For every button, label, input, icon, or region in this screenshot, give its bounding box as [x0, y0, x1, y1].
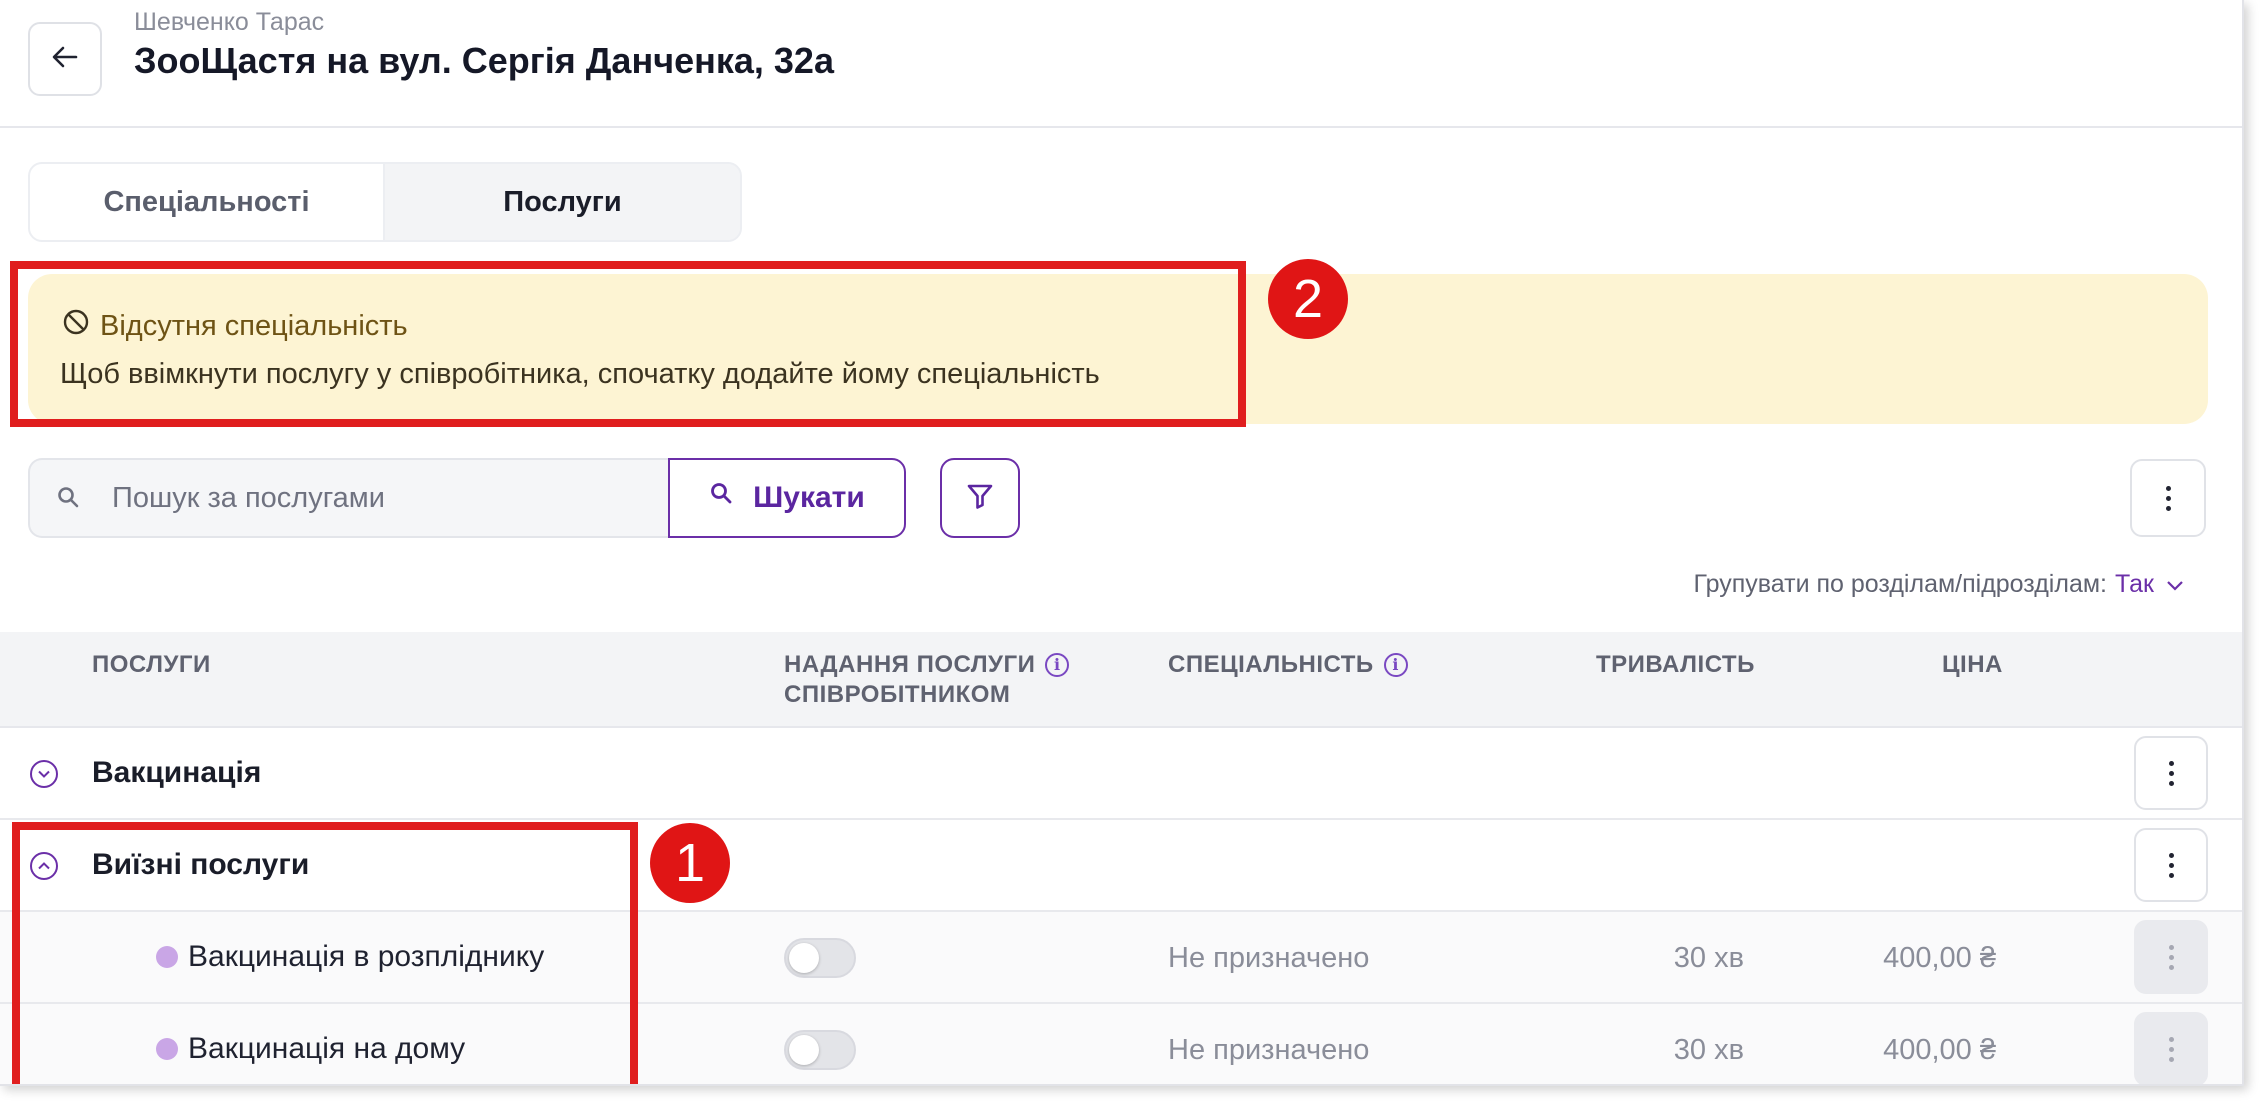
category-row: Вакцинація — [0, 728, 2242, 820]
search-icon — [56, 485, 86, 511]
page-header: Шевченко Тарас ЗооЩастя на вул. Сергія Д… — [0, 0, 2242, 128]
employee-name: Шевченко Тарас — [134, 8, 325, 36]
service-specialty: Не призначено — [1168, 1034, 1370, 1066]
back-button[interactable] — [28, 22, 102, 96]
filter-button[interactable] — [940, 458, 1020, 538]
service-specialty: Не призначено — [1168, 942, 1370, 974]
page-title: ЗооЩастя на вул. Сергія Данченка, 32а — [134, 40, 834, 81]
toggle-knob — [789, 1035, 819, 1065]
tab-specialties[interactable]: Спеціальності — [30, 164, 385, 240]
search-field[interactable] — [28, 458, 670, 538]
grouping-select[interactable]: Так — [2115, 570, 2184, 599]
annotation-badge-1: 1 — [650, 823, 730, 903]
annotation-badge-2: 2 — [1268, 259, 1348, 339]
search-icon — [709, 481, 735, 515]
column-provision-label: НАДАННЯ ПОСЛУГИ СПІВРОБІТНИКОМ — [784, 650, 1035, 710]
service-duration: 30 хв — [1673, 942, 1744, 974]
more-vertical-icon — [2168, 760, 2174, 786]
column-duration: ТРИВАЛІСТЬ — [1596, 650, 1755, 680]
column-price-label: ЦІНА — [1942, 651, 2003, 678]
column-price: ЦІНА — [1942, 650, 2003, 680]
service-more-button[interactable] — [2134, 1012, 2208, 1084]
column-services-label: ПОСЛУГИ — [92, 651, 211, 678]
column-services: ПОСЛУГИ — [92, 650, 211, 680]
toolbar-more-button[interactable] — [2130, 459, 2206, 537]
search-button[interactable]: Шукати — [668, 458, 906, 538]
filter-icon — [964, 480, 996, 517]
category-more-button[interactable] — [2134, 828, 2208, 902]
more-vertical-icon — [2165, 485, 2171, 511]
chevron-down-icon[interactable] — [30, 760, 58, 788]
info-icon[interactable]: i — [1383, 653, 1408, 677]
column-provision: НАДАННЯ ПОСЛУГИ СПІВРОБІТНИКОМ i — [784, 650, 1070, 710]
service-price: 400,00 ₴ — [1883, 1034, 1996, 1066]
column-specialty-label: СПЕЦІАЛЬНІСТЬ — [1168, 651, 1374, 678]
column-provision-line2: СПІВРОБІТНИКОМ — [784, 681, 1011, 708]
service-more-button[interactable] — [2134, 920, 2208, 994]
annotation-box-2 — [10, 261, 1246, 427]
tab-services[interactable]: Послуги — [385, 164, 740, 240]
service-toggle[interactable] — [784, 1030, 856, 1070]
search-button-label: Шукати — [753, 481, 865, 514]
grouping-label: Групувати по розділам/підрозділам: — [1693, 570, 2108, 598]
grouping-control: Групувати по розділам/підрозділам: Так — [1694, 570, 2185, 599]
more-vertical-icon — [2168, 852, 2174, 878]
info-icon[interactable]: i — [1045, 653, 1070, 677]
tabs: Спеціальності Послуги — [28, 162, 742, 242]
column-provision-line1: НАДАННЯ ПОСЛУГИ — [784, 651, 1036, 678]
search-input[interactable] — [112, 481, 612, 515]
category-name[interactable]: Вакцинація — [92, 756, 261, 790]
chevron-down-icon — [2166, 570, 2184, 599]
grouping-value: Так — [2115, 570, 2154, 598]
app-window: Шевченко Тарас ЗооЩастя на вул. Сергія Д… — [0, 0, 2244, 1086]
service-price: 400,00 ₴ — [1883, 942, 1996, 974]
more-vertical-icon — [2168, 944, 2174, 970]
more-vertical-icon — [2168, 1036, 2174, 1062]
service-duration: 30 хв — [1673, 1034, 1744, 1066]
table-header: ПОСЛУГИ НАДАННЯ ПОСЛУГИ СПІВРОБІТНИКОМ i … — [0, 632, 2242, 728]
arrow-left-icon — [50, 42, 80, 77]
service-toggle[interactable] — [784, 938, 856, 978]
annotation-box-1 — [12, 822, 638, 1084]
category-more-button[interactable] — [2134, 736, 2208, 810]
column-duration-label: ТРИВАЛІСТЬ — [1596, 651, 1755, 678]
toggle-knob — [789, 943, 819, 973]
column-specialty: СПЕЦІАЛЬНІСТЬ i — [1168, 650, 1408, 680]
